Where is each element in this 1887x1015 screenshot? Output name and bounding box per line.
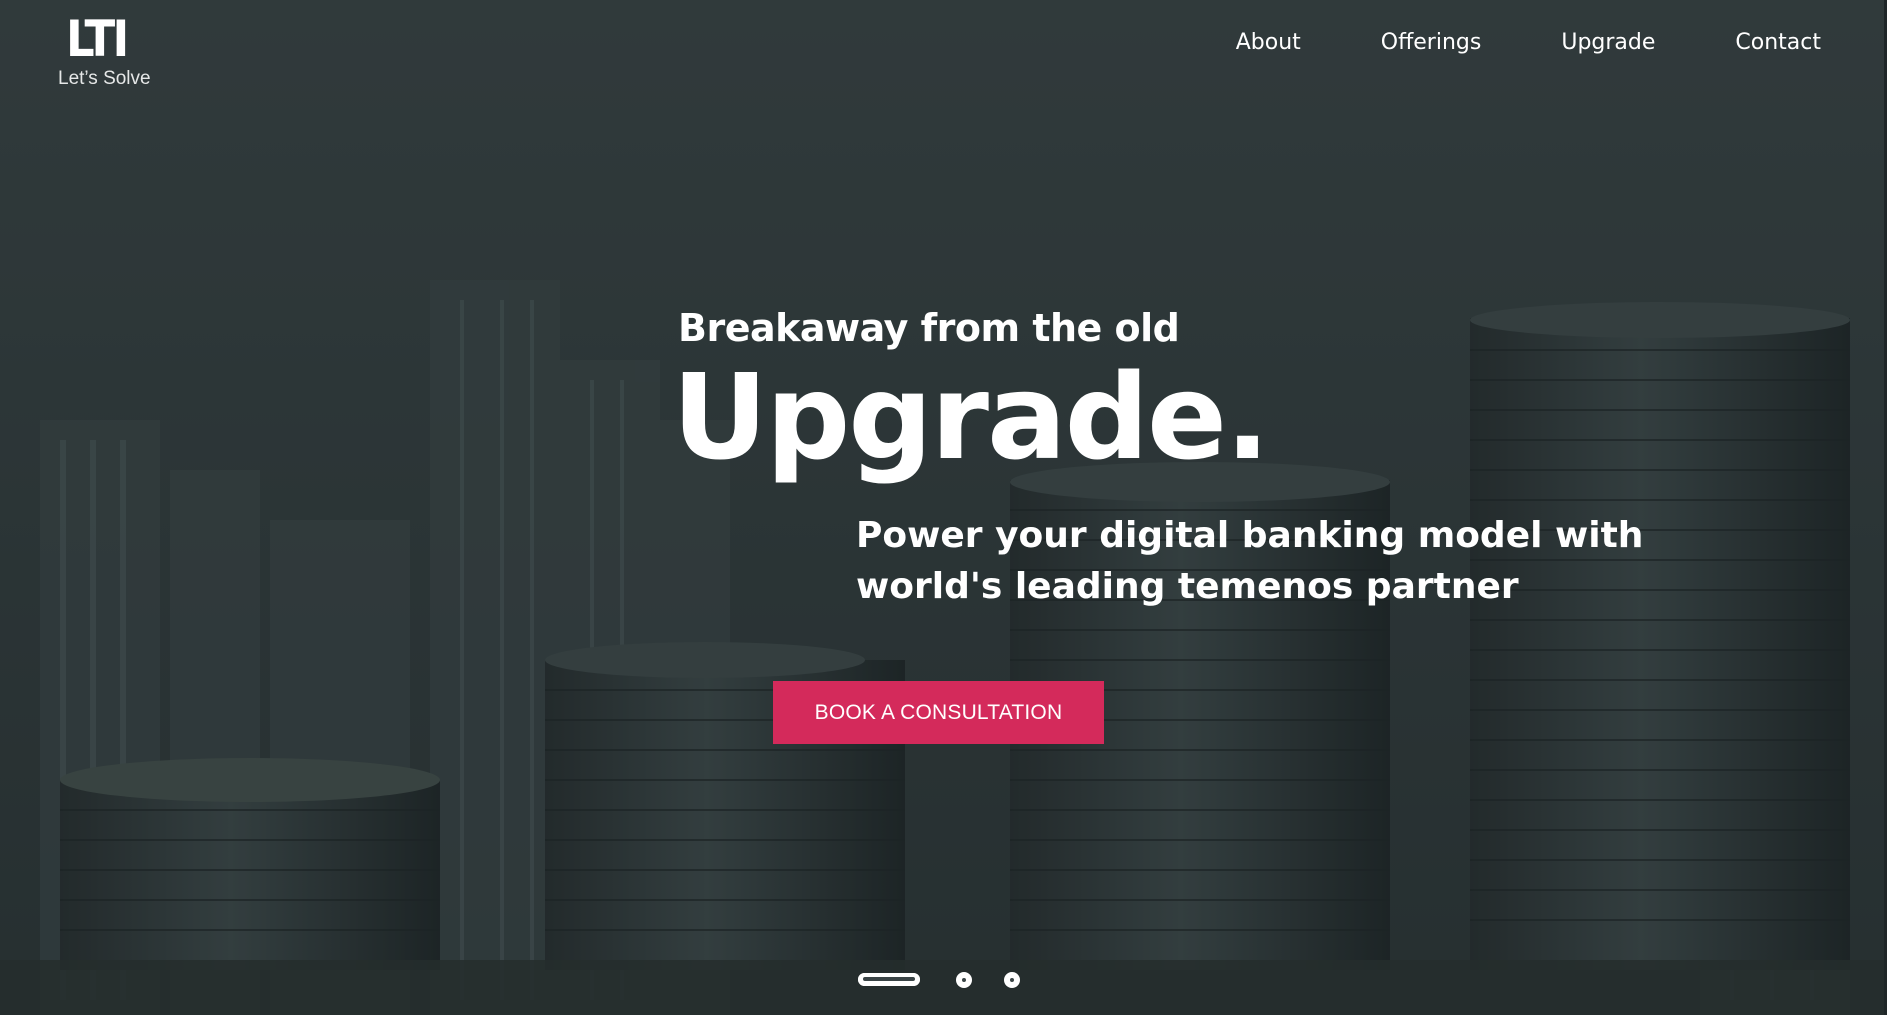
logo[interactable]: LTI Let’s Solve [52,8,162,92]
hero-section: LTI Let’s Solve About Offerings Upgrade … [0,0,1887,1015]
nav-item-contact[interactable]: Contact [1735,26,1821,60]
hero-background-image [0,0,1887,1015]
slider-dot-2[interactable] [956,972,972,988]
nav-item-offerings[interactable]: Offerings [1381,26,1482,60]
main-nav: About Offerings Upgrade Contact [1156,26,1821,60]
nav-item-about[interactable]: About [1236,26,1301,60]
slider-dot-3[interactable] [1004,972,1020,988]
book-consultation-button[interactable]: BOOK A CONSULTATION [773,681,1104,744]
hero-headline: Upgrade. [672,348,1270,486]
slider-dot-1-active[interactable] [858,973,920,986]
logo-mark: LTI [66,10,129,68]
hero-eyebrow: Breakaway from the old [678,306,1180,350]
nav-item-upgrade[interactable]: Upgrade [1561,26,1655,60]
hero-subheadline: Power your digital banking model with wo… [856,515,1644,607]
logo-tagline: Let’s Solve [58,68,151,89]
